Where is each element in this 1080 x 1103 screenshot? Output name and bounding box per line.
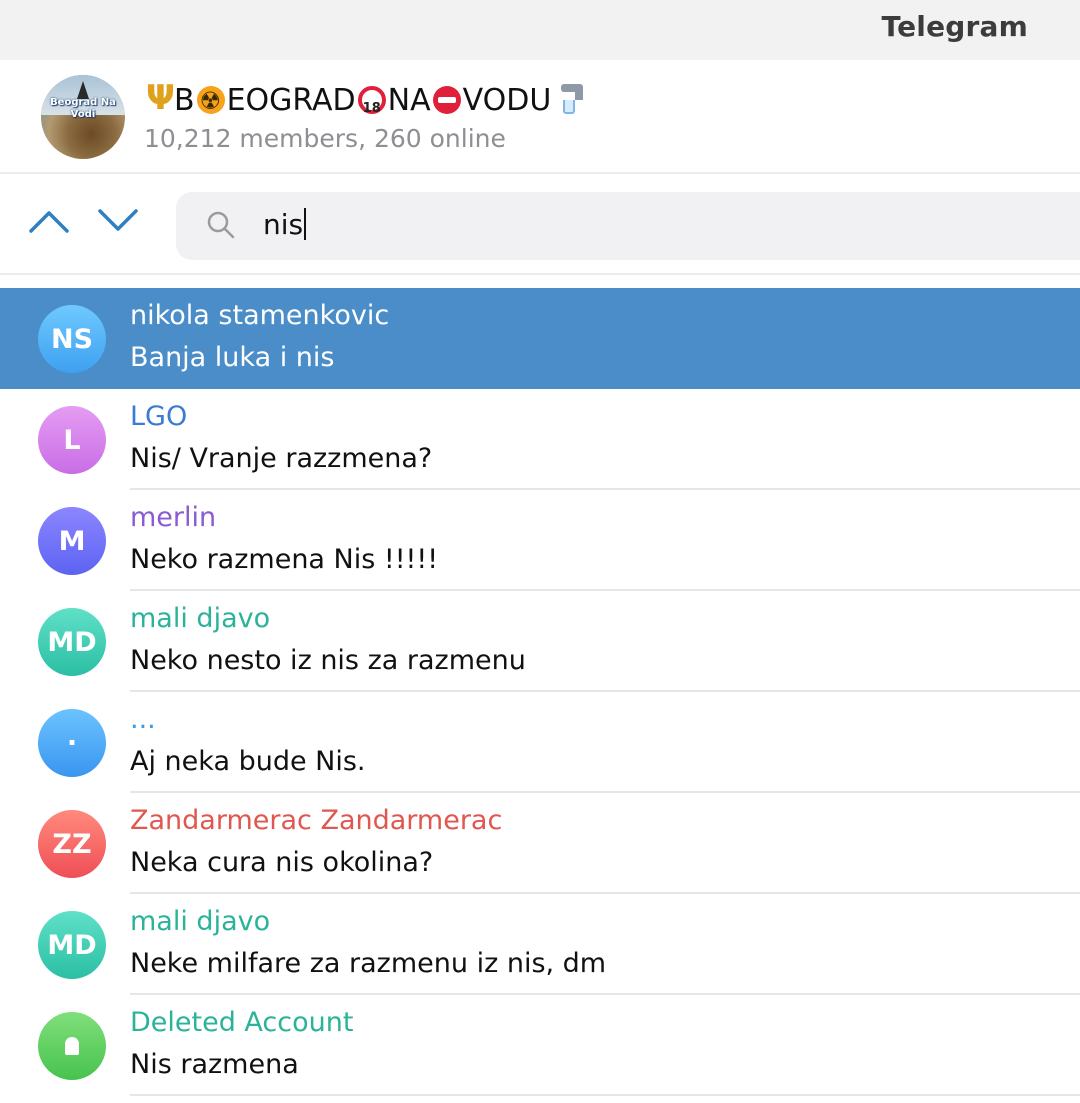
search-results-list: NS nikola stamenkovic Banja luka i nis L LGO… [0, 288, 1080, 1096]
avatar-initials: MD [47, 929, 97, 961]
chat-header[interactable]: Beograd Na Vodi B EOGRAD NA VODU 10,212 mem… [0, 60, 1080, 174]
previous-result-button[interactable] [27, 197, 71, 241]
water-tap-icon [557, 80, 589, 114]
no-entry-icon [432, 86, 461, 114]
avatar [38, 1012, 106, 1080]
avatar-initials: NS [50, 323, 94, 355]
next-result-button[interactable] [96, 197, 140, 241]
result-message-text: Nis razmena [130, 1049, 299, 1080]
window-titlebar: Telegram [0, 0, 1080, 60]
trident-icon [144, 80, 175, 116]
avatar-logo-text: Beograd Na Vodi [50, 97, 116, 120]
chevron-up-icon [29, 211, 69, 233]
avatar-initials: · [66, 727, 78, 759]
search-result-item[interactable]: L LGO Nis/ Vranje razzmena? [0, 389, 1080, 490]
avatar: L [38, 406, 106, 474]
avatar: ZZ [38, 810, 106, 878]
result-sender-name: LGO [130, 401, 188, 432]
search-result-item[interactable]: ·... Aj neka bude Nis. [0, 692, 1080, 793]
search-input-value[interactable]: nis [263, 208, 307, 241]
result-message-text: Neke milfare za razmenu iz nis, dm [130, 948, 607, 979]
result-message-text: Nis/ Vranje razzmena? [130, 443, 433, 474]
result-sender-name: ... [130, 704, 156, 735]
avatar: M [38, 507, 106, 575]
ghost-icon [65, 1037, 79, 1055]
chevron-down-icon [98, 209, 138, 231]
avatar: · [38, 709, 106, 777]
divider [130, 1094, 1080, 1096]
group-name-part: VODU [462, 83, 552, 118]
result-sender-name: mali djavo [130, 906, 271, 937]
no-under-18-icon [357, 86, 386, 127]
avatar-initials: L [63, 424, 81, 456]
avatar: MD [38, 911, 106, 979]
avatar-initials: M [58, 525, 86, 557]
group-name-part: NA [387, 83, 431, 118]
result-sender-name: Zandarmerac Zandarmerac [130, 805, 503, 836]
search-result-item[interactable]: Deleted Account Nis razmena [0, 995, 1080, 1096]
search-result-item[interactable]: NS nikola stamenkovic Banja luka i nis [0, 288, 1080, 389]
text-caret [304, 208, 307, 240]
app-title: Telegram [881, 10, 1028, 43]
result-sender-name: merlin [130, 502, 217, 533]
group-name-part: EOGRAD [226, 83, 356, 118]
group-members-status: 10,212 members, 260 online [144, 124, 506, 153]
result-sender-name: Deleted Account [130, 1007, 354, 1038]
search-result-item[interactable]: ZZ Zandarmerac Zandarmerac Neka cura nis o… [0, 793, 1080, 894]
search-input[interactable]: nis [176, 192, 1080, 260]
search-bar: nis [0, 175, 1080, 275]
avatar-initials: ZZ [52, 828, 92, 860]
group-name[interactable]: B EOGRAD NA VODU [144, 80, 589, 127]
search-icon [207, 211, 235, 239]
result-message-text: Aj neka bude Nis. [130, 746, 366, 777]
avatar: NS [38, 305, 106, 373]
result-message-text: Neka cura nis okolina? [130, 847, 434, 878]
result-message-text: Banja luka i nis [130, 342, 335, 373]
avatar-initials: MD [47, 626, 97, 658]
search-result-item[interactable]: MD mali djavo Neke milfare za razmenu iz n… [0, 894, 1080, 995]
group-name-part: B [174, 83, 195, 118]
result-sender-name: nikola stamenkovic [130, 300, 390, 331]
avatar: MD [38, 608, 106, 676]
result-sender-name: mali djavo [130, 603, 271, 634]
group-avatar[interactable]: Beograd Na Vodi [41, 75, 125, 159]
radioactive-icon [196, 83, 225, 119]
search-result-item[interactable]: Mmerlin Neko razmena Nis !!!!! [0, 490, 1080, 591]
result-message-text: Neko nesto iz nis za razmenu [130, 645, 526, 676]
result-message-text: Neko razmena Nis !!!!! [130, 544, 439, 575]
search-result-item[interactable]: MD mali djavo Neko nesto iz nis za razmenu [0, 591, 1080, 692]
